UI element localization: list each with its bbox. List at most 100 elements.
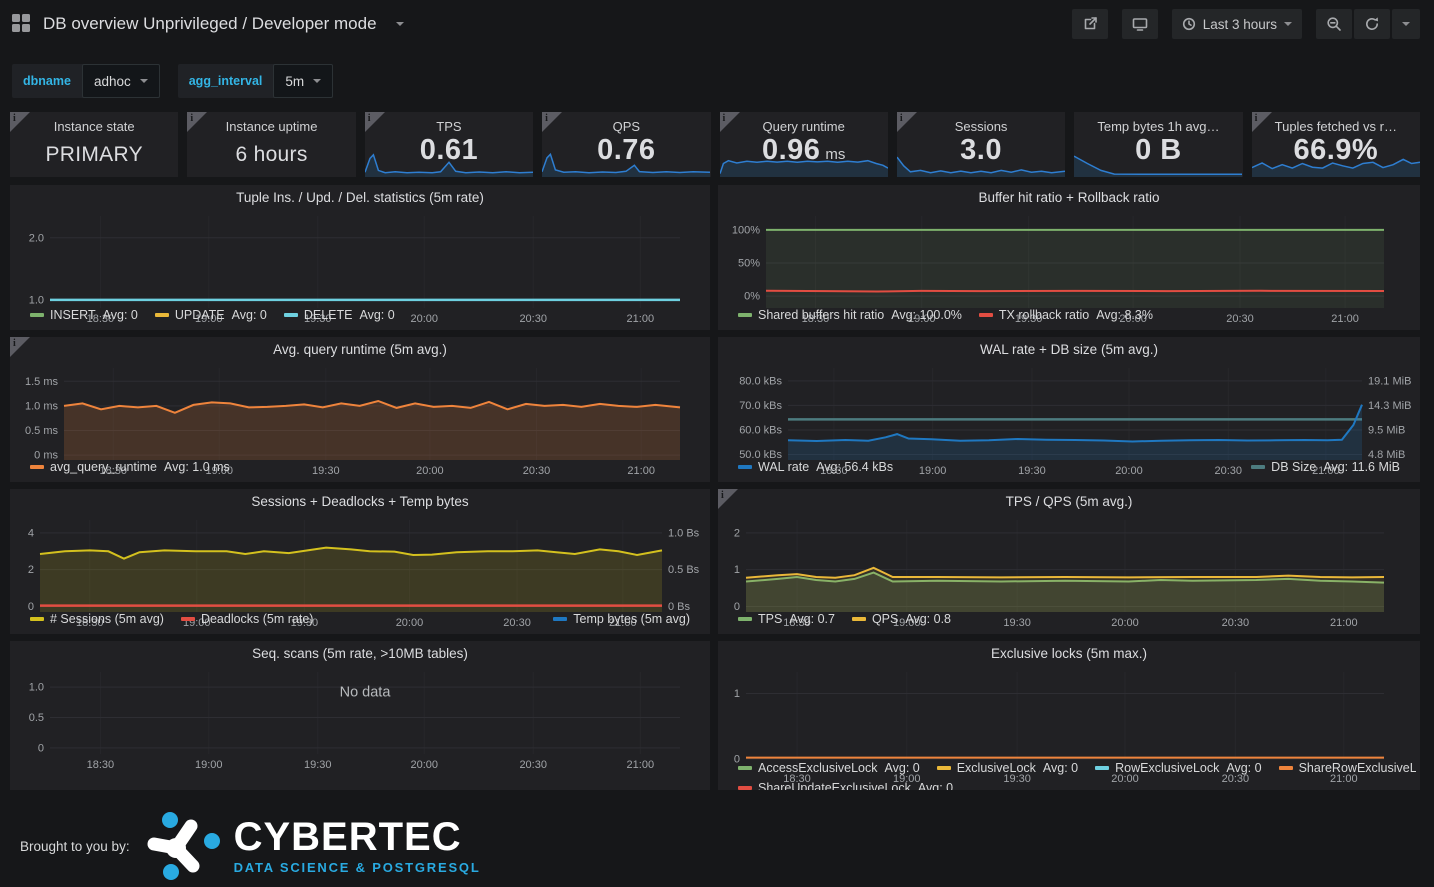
legend-swatch (181, 617, 195, 621)
legend-item[interactable]: Temp bytes (5m avg) (553, 612, 690, 626)
dashboard-title[interactable]: DB overview Unprivileged / Developer mod… (43, 14, 377, 34)
buffer-hit-ratio-chart[interactable]: 18:3019:0019:3020:0020:3021:000%50%100% (718, 210, 1420, 305)
legend-item[interactable]: UPDATEAvg: 0 (155, 308, 267, 322)
legend-label: ExclusiveLock (957, 761, 1036, 775)
panel-title[interactable]: Sessions + Deadlocks + Temp bytes (10, 489, 710, 514)
time-range-caret-icon (1284, 22, 1292, 26)
panel-title[interactable]: Seq. scans (5m rate, >10MB tables) (10, 641, 710, 666)
panel-title[interactable]: Avg. query runtime (5m avg.) (10, 337, 710, 362)
info-corner-icon[interactable]: i (1252, 112, 1272, 132)
legend-item[interactable]: RowExclusiveLockAvg: 0 (1095, 761, 1261, 775)
tv-mode-button[interactable] (1122, 9, 1158, 39)
panel-title[interactable]: Tuple Ins. / Upd. / Del. statistics (5m … (10, 185, 710, 210)
info-corner-icon[interactable]: i (365, 112, 385, 132)
svg-text:No data: No data (340, 685, 392, 701)
legend-swatch (155, 313, 169, 317)
tps-qps-chart[interactable]: 18:3019:0019:3020:0020:3021:00012 (718, 514, 1420, 609)
monitor-icon (1132, 16, 1148, 32)
legend-item[interactable]: WAL rateAvg: 56.4 kBs (738, 460, 893, 474)
stat-tps: i TPS 0.61 (365, 112, 533, 177)
avg-query-runtime-chart[interactable]: 18:3019:0019:3020:0020:3021:000 ms0.5 ms… (10, 362, 710, 457)
share-button[interactable] (1072, 9, 1108, 39)
legend-item[interactable]: ShareUpdateExclusiveLockAvg: 0 (738, 781, 953, 790)
info-corner-icon[interactable]: i (10, 337, 30, 357)
refresh-button[interactable] (1354, 9, 1390, 39)
panel-title[interactable]: Buffer hit ratio + Rollback ratio (718, 185, 1420, 210)
stat-title[interactable]: Instance state (10, 119, 178, 134)
sessions-deadlocks-chart[interactable]: 18:3019:0019:3020:0020:3021:000240 Bs0.5… (10, 514, 710, 609)
exclusive-locks-chart[interactable]: 18:3019:0019:3020:0020:3021:0001 (718, 666, 1420, 758)
variable-agg-interval-select[interactable]: 5m (273, 64, 333, 98)
seq-scans-chart[interactable]: 18:3019:0019:3020:0020:3021:0000.51.0No … (10, 666, 710, 771)
refresh-group (1316, 9, 1420, 39)
stat-title[interactable]: Query runtime (720, 119, 888, 134)
legend-label: Deadlocks (5m rate) (201, 612, 314, 626)
wal-rate-chart[interactable]: 18:3019:0019:3020:0020:3021:0050.0 kBs60… (718, 362, 1420, 457)
time-range-picker[interactable]: Last 3 hours (1172, 9, 1302, 39)
legend-item[interactable]: QPSAvg: 0.8 (852, 612, 951, 626)
stat-title[interactable]: QPS (542, 119, 710, 134)
stat-title[interactable]: Temp bytes 1h avg… (1074, 119, 1242, 134)
legend-label: QPS (872, 612, 898, 626)
svg-text:19.1 MiB: 19.1 MiB (1368, 375, 1411, 387)
refresh-interval-dropdown[interactable] (1392, 9, 1420, 39)
stat-title[interactable]: TPS (365, 119, 533, 134)
legend-item[interactable]: INSERTAvg: 0 (30, 308, 138, 322)
info-corner-icon[interactable]: i (187, 112, 207, 132)
svg-text:19:00: 19:00 (195, 759, 223, 771)
panel-sessions-deadlocks: i Sessions + Deadlocks + Temp bytes 18:3… (10, 489, 710, 634)
legend-item[interactable]: ShareRowExclusiveLockAvg: 0 (1279, 761, 1416, 775)
legend-item[interactable]: DELETEAvg: 0 (284, 308, 395, 322)
legend-label: ShareRowExclusiveLock (1299, 761, 1416, 775)
svg-text:19:30: 19:30 (304, 759, 332, 771)
legend-label: DELETE (304, 308, 353, 322)
tuple-statistics-chart[interactable]: 18:3019:0019:3020:0020:3021:001.02.0 (10, 210, 710, 305)
info-corner-icon[interactable]: i (718, 489, 738, 509)
svg-text:0.5 Bs: 0.5 Bs (668, 564, 700, 576)
legend-label: DB Size (1271, 460, 1316, 474)
svg-text:2.0: 2.0 (29, 232, 44, 244)
title-caret-icon[interactable] (396, 22, 404, 26)
panel-avg-query-runtime: i Avg. query runtime (5m avg.) 18:3019:0… (10, 337, 710, 482)
navbar: DB overview Unprivileged / Developer mod… (0, 0, 1434, 48)
svg-text:80.0 kBs: 80.0 kBs (739, 375, 782, 387)
legend-item[interactable]: Deadlocks (5m rate) (181, 612, 314, 626)
variable-dbname-select[interactable]: adhoc (82, 64, 160, 98)
legend-item[interactable]: # Sessions (5m avg) (30, 612, 164, 626)
stat-title[interactable]: Tuples fetched vs r… (1252, 119, 1420, 134)
legend-item[interactable]: avg_query_runtimeAvg: 1.0 ms (30, 460, 230, 474)
svg-text:100%: 100% (732, 224, 760, 236)
zoom-out-button[interactable] (1316, 9, 1352, 39)
info-corner-icon[interactable]: i (542, 112, 562, 132)
legend-item[interactable]: DB SizeAvg: 11.6 MiB (1251, 460, 1400, 474)
legend-avg: Avg: 0 (1043, 761, 1078, 775)
legend-swatch (738, 786, 752, 790)
legend-item[interactable]: ExclusiveLock Avg: 0 (937, 761, 1078, 775)
chart-legend: Shared buffers hit ratioAvg: 100.0% TX ro… (718, 305, 1420, 330)
panel-title[interactable]: TPS / QPS (5m avg.) (718, 489, 1420, 514)
panel-buffer-hit-ratio: i Buffer hit ratio + Rollback ratio 18:3… (718, 185, 1420, 330)
stat-title[interactable]: Instance uptime (187, 119, 355, 134)
refresh-icon (1364, 16, 1380, 32)
info-corner-icon[interactable]: i (720, 112, 740, 132)
legend-label: Shared buffers hit ratio (758, 308, 884, 322)
svg-text:20:00: 20:00 (410, 759, 438, 771)
dashboard-menu-icon[interactable] (12, 14, 32, 34)
legend-item[interactable]: TPSAvg: 0.7 (738, 612, 835, 626)
panel-title[interactable]: WAL rate + DB size (5m avg.) (718, 337, 1420, 362)
cybertec-brand: CYBERTEC DATA SCIENCE & POSTGRESQL (146, 811, 481, 881)
panel-seq-scans: i Seq. scans (5m rate, >10MB tables) 18:… (10, 641, 710, 790)
info-corner-icon[interactable]: i (897, 112, 917, 132)
legend-avg: Avg: 56.4 kBs (816, 460, 893, 474)
legend-swatch (979, 313, 993, 317)
stat-title[interactable]: Sessions (897, 119, 1065, 134)
legend-item[interactable]: AccessExclusiveLockAvg: 0 (738, 761, 920, 775)
info-corner-icon[interactable]: i (10, 112, 30, 132)
stat-value: 3.0 (897, 135, 1065, 167)
panel-title[interactable]: Exclusive locks (5m max.) (718, 641, 1420, 666)
legend-swatch (1279, 766, 1293, 770)
legend-item[interactable]: Shared buffers hit ratioAvg: 100.0% (738, 308, 962, 322)
stat-value: 0.76 (542, 135, 710, 167)
legend-item[interactable]: TX rollback ratioAvg: 8.3% (979, 308, 1153, 322)
legend-swatch (738, 617, 752, 621)
